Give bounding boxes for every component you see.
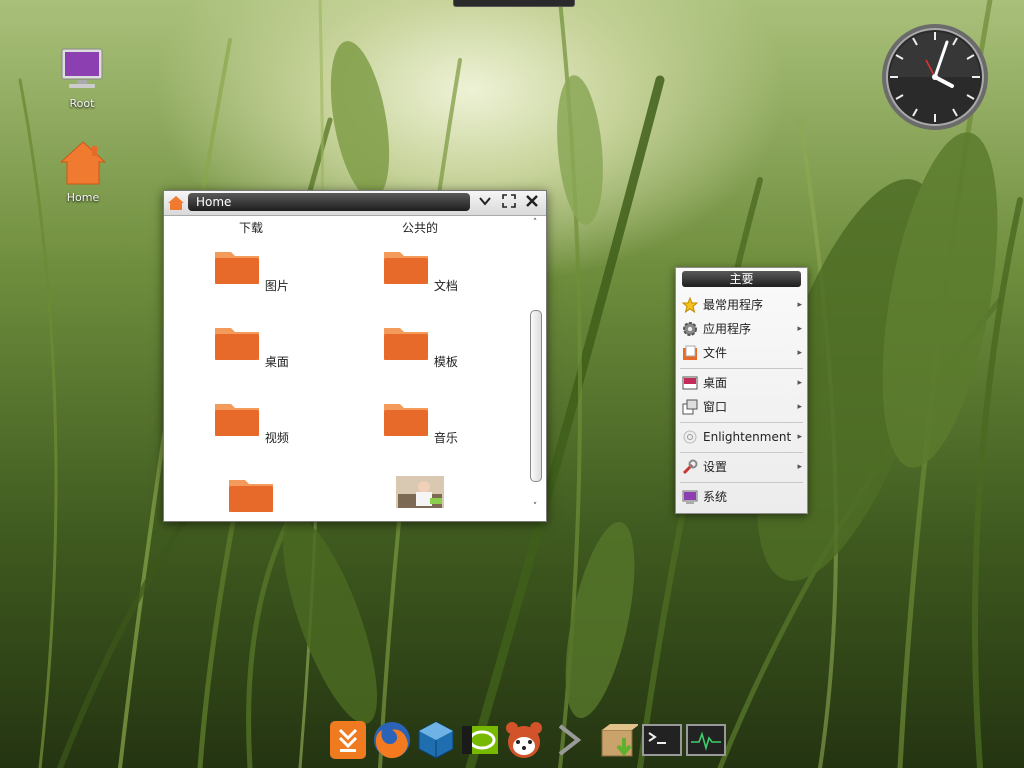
menu-item-desktop[interactable]: 桌面 ▸ (676, 372, 807, 394)
system-monitor-icon[interactable] (686, 720, 726, 760)
main-menu[interactable]: 主要 最常用程序 ▸ 应用程序 ▸ 文件 ▸ 桌面 ▸ 窗口 ▸ Enlight… (675, 267, 808, 514)
minimize-button[interactable] (476, 194, 494, 212)
dock[interactable] (320, 712, 740, 768)
folder-label: 模板 (433, 355, 458, 369)
menu-item-windows[interactable]: 窗口 ▸ (676, 396, 807, 418)
folder-icon (384, 252, 429, 284)
file-manager-window[interactable]: Home 下载 公共的 图片 文档 桌面 模板 视频 音乐 ˄ ˅ (163, 190, 547, 522)
menu-separator (680, 422, 803, 423)
menu-item-enlightenment[interactable]: Enlightenment ▸ (676, 426, 807, 448)
image-file-item[interactable] (370, 476, 470, 511)
files-icon (683, 345, 697, 360)
folder-icon (384, 328, 429, 360)
chevron-right-icon: ▸ (797, 378, 802, 388)
chevron-right-icon: ▸ (797, 348, 802, 358)
close-button[interactable] (523, 194, 541, 212)
folder-label: 桌面 (264, 355, 289, 369)
menu-item-system[interactable]: 系统 (676, 486, 807, 508)
chevron-right-icon: ▸ (797, 324, 802, 334)
home-icon (59, 141, 107, 185)
chevron-right-icon: ▸ (797, 300, 802, 310)
desktop-icon-root[interactable]: Root (52, 46, 112, 110)
vertical-scrollbar[interactable]: ˄ ˅ (528, 218, 542, 516)
folder-item[interactable]: 文档 (370, 246, 470, 294)
folder-item[interactable]: 音乐 (370, 398, 470, 446)
system-icon (682, 490, 698, 504)
folder-label: 图片 (264, 279, 289, 293)
red-panda-icon[interactable] (504, 720, 544, 760)
enlightenment-icon (683, 430, 697, 444)
home-icon (168, 196, 184, 210)
scroll-thumb[interactable] (530, 310, 542, 482)
folder-icon (229, 480, 273, 512)
close-icon (526, 195, 538, 207)
window-titlebar[interactable]: Home (164, 191, 546, 216)
menu-separator (680, 368, 803, 369)
virtualbox-icon[interactable] (416, 720, 456, 760)
maximize-button[interactable] (500, 194, 518, 212)
folder-item[interactable]: 图片 (201, 246, 301, 294)
menu-item-most-used[interactable]: 最常用程序 ▸ (676, 294, 807, 316)
image-thumbnail-icon (396, 476, 444, 508)
scroll-down-icon[interactable]: ˅ (530, 502, 540, 512)
folder-item[interactable]: 模板 (370, 322, 470, 370)
folder-item[interactable] (201, 474, 301, 519)
folder-icon (215, 328, 260, 360)
top-panel-stub[interactable] (453, 0, 575, 7)
chevron-right-icon: ▸ (797, 432, 802, 442)
menu-separator (680, 482, 803, 483)
settings-icon (682, 459, 698, 475)
folder-label[interactable]: 公共的 (370, 219, 470, 236)
menu-item-settings[interactable]: 设置 ▸ (676, 456, 807, 478)
download-manager-icon[interactable] (328, 720, 368, 760)
folder-label: 文档 (433, 279, 458, 293)
maximize-icon (502, 194, 516, 208)
folder-icon (215, 252, 260, 284)
menu-separator (680, 452, 803, 453)
chevron-right-icon: ▸ (797, 402, 802, 412)
firefox-icon[interactable] (372, 720, 412, 760)
desktop-icon-home[interactable]: Home (53, 140, 113, 204)
windows-icon (682, 399, 698, 415)
desktop-icon-label: Root (69, 97, 95, 110)
folder-label[interactable]: 下载 (201, 219, 301, 236)
folder-icon (215, 404, 260, 436)
folder-icon (384, 404, 429, 436)
folder-item[interactable]: 视频 (201, 398, 301, 446)
nvidia-icon[interactable] (460, 720, 500, 760)
star-icon (682, 297, 698, 313)
file-view[interactable]: 下载 公共的 图片 文档 桌面 模板 视频 音乐 (164, 216, 534, 519)
folder-label: 视频 (264, 431, 289, 445)
analog-clock-icon[interactable] (880, 22, 990, 132)
arrow-right-icon[interactable] (548, 720, 588, 760)
gear-icon (683, 322, 697, 336)
menu-title: 主要 (682, 271, 801, 287)
window-title: Home (188, 193, 470, 211)
scroll-up-icon[interactable]: ˄ (530, 218, 540, 228)
computer-monitor-icon (61, 48, 103, 88)
chevron-down-icon (479, 197, 491, 206)
package-install-icon[interactable] (598, 720, 638, 760)
folder-label: 音乐 (433, 431, 458, 445)
desktop-icon (682, 376, 698, 390)
chevron-right-icon: ▸ (797, 462, 802, 472)
menu-item-files[interactable]: 文件 ▸ (676, 342, 807, 364)
terminal-icon[interactable] (642, 720, 682, 760)
folder-item[interactable]: 桌面 (201, 322, 301, 370)
menu-item-applications[interactable]: 应用程序 ▸ (676, 318, 807, 340)
desktop-icon-label: Home (66, 191, 100, 204)
